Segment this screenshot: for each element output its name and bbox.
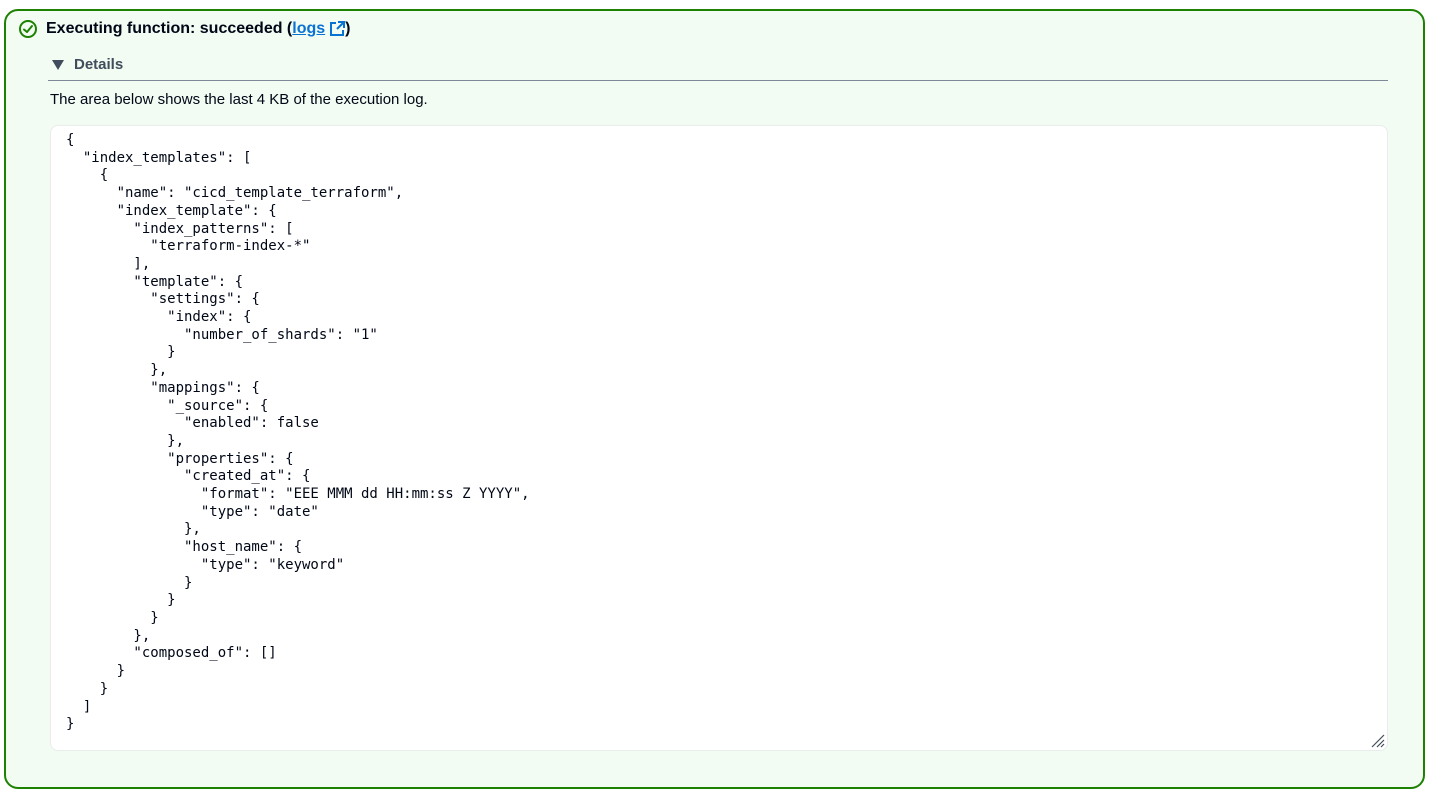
details-toggle[interactable]: Details xyxy=(52,56,123,73)
status-header: Executing function: succeeded ( logs ) xyxy=(18,18,350,40)
logs-link[interactable]: logs xyxy=(292,20,346,38)
external-link-icon xyxy=(329,21,346,37)
details-label: Details xyxy=(74,56,124,73)
logs-link-label: logs xyxy=(292,20,326,37)
status-text: Executing function: succeeded ( xyxy=(46,20,293,37)
log-description: The area below shows the last 4 KB of th… xyxy=(50,91,428,108)
status-suffix: ) xyxy=(345,20,351,37)
execution-log-textarea[interactable]: { "index_templates": [ { "name": "cicd_t… xyxy=(50,125,1388,751)
resize-handle-icon[interactable] xyxy=(1369,732,1385,748)
details-divider xyxy=(48,80,1388,81)
caret-down-icon xyxy=(52,59,64,71)
check-circle-icon xyxy=(18,19,38,39)
execution-log-content: { "index_templates": [ { "name": "cicd_t… xyxy=(66,132,530,733)
